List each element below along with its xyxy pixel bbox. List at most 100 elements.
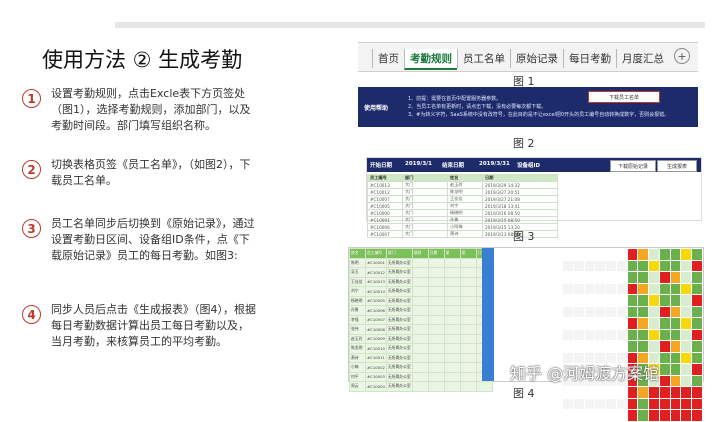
cell xyxy=(411,286,429,297)
status-cell xyxy=(669,305,682,318)
cell: 大门 xyxy=(402,188,448,196)
help-label: 使用帮助 xyxy=(364,105,389,112)
page-title: 使用方法 ② 生成考勤 xyxy=(42,48,243,72)
status-cell xyxy=(680,374,693,387)
grid-row xyxy=(562,282,703,295)
cell: 大门 xyxy=(402,181,448,189)
status-cell xyxy=(680,328,693,341)
step-text-1: 设置考勤规则，点击Excle表下方页签处（图1），选择考勤规则，添加部门，以及考… xyxy=(51,87,251,132)
cell: 无所属办公室 xyxy=(385,333,413,344)
status-cell xyxy=(669,282,682,295)
cell: #C10007 xyxy=(365,314,387,325)
cell xyxy=(459,333,477,344)
cell xyxy=(411,324,429,335)
cell: #C10000 xyxy=(367,209,403,217)
tab-daily-attendance[interactable]: 每日考勤 xyxy=(563,49,616,68)
status-cell xyxy=(669,363,682,376)
download-raw-records-button[interactable]: 下载原始记录 xyxy=(610,160,656,172)
cell xyxy=(459,295,477,306)
table-row: 王佳佳 #C10013 无所属办公室 xyxy=(349,276,493,287)
grid-row xyxy=(562,340,703,353)
grid-row xyxy=(562,294,703,307)
tab-employee-list[interactable]: 员工名单 xyxy=(457,49,510,68)
cell: 陈龙明 xyxy=(349,343,366,354)
step-text-2: 切换表格页签《员工名单》，（如图2），下载员工名单。 xyxy=(51,158,251,187)
cell: #C10005 xyxy=(365,295,387,306)
cell xyxy=(443,324,461,335)
table-row: 刘宁 #C10014 无所属办公室 xyxy=(349,286,493,297)
status-cell xyxy=(605,328,617,341)
status-cell xyxy=(648,248,660,261)
cell: 无所属办公室 xyxy=(385,295,413,306)
cell: 2019/3/27 20:51 xyxy=(482,188,558,196)
cell: 吴玉 xyxy=(349,267,366,278)
cell xyxy=(427,267,445,278)
status-cell xyxy=(562,340,574,353)
top-divider-bar xyxy=(115,22,705,28)
start-date-value[interactable]: 2019/3/1 xyxy=(405,161,432,167)
table-row: 孙勇 #C10006 无所属办公室 xyxy=(349,305,493,316)
cell xyxy=(411,257,429,268)
cell: 何平 xyxy=(349,371,366,382)
status-cell xyxy=(562,282,574,295)
col-header: 员工编号 xyxy=(367,174,403,182)
status-cell xyxy=(637,259,650,272)
status-cell xyxy=(691,397,703,410)
status-cell xyxy=(615,259,628,272)
end-date-value[interactable]: 2019/3/31 xyxy=(479,161,510,167)
raw-records-header: 开始日期 2019/3/1 结束日期 2019/3/31 设备组ID 下载原始记… xyxy=(367,158,701,172)
table-row: #C10005 大门 刘宁 2019/3/18 13:41 xyxy=(367,202,558,210)
cell: 小梅 xyxy=(349,362,366,373)
tab-attendance-rules[interactable]: 考勤规则 xyxy=(404,49,457,70)
status-cell xyxy=(691,305,703,318)
status-cell xyxy=(615,317,628,330)
tab-monthly-summary[interactable]: 月度汇总 xyxy=(616,49,669,68)
status-cell xyxy=(648,328,660,341)
status-cell xyxy=(583,409,596,422)
cell xyxy=(411,305,429,316)
table-row: 何平 #C10003 无所属办公室 xyxy=(349,371,493,382)
cell xyxy=(459,267,477,278)
cell: #C10014 xyxy=(365,286,387,297)
cell xyxy=(459,257,477,268)
cell: 2019/3/16 08:50 xyxy=(482,209,558,217)
col-header: 星 xyxy=(443,248,461,259)
status-cell xyxy=(572,305,585,318)
cell: 张伟 xyxy=(349,324,366,335)
tab-raw-records[interactable]: 原始记录 xyxy=(510,49,563,68)
status-cell xyxy=(669,386,682,399)
table-row: 萧诗 #C10011 无所属办公室 xyxy=(349,352,493,363)
status-cell xyxy=(583,340,596,353)
figure-2-help-panel: 使用帮助 1、前提：需要在首页中配置服务器参数。 2、当员工名单有更新时，请点击… xyxy=(358,87,698,127)
status-cell xyxy=(572,386,585,399)
cell: 杨晓明 xyxy=(349,295,366,306)
status-cell xyxy=(637,282,650,295)
status-cell xyxy=(626,305,639,318)
status-cell xyxy=(691,282,703,295)
cell xyxy=(443,257,461,268)
download-employee-list-button[interactable]: 下载员工名单 xyxy=(588,91,660,103)
cell xyxy=(411,371,429,382)
cell: #C10005 xyxy=(367,202,403,210)
status-cell xyxy=(658,282,671,295)
status-cell xyxy=(594,409,607,422)
generate-report-button[interactable]: 生成报表 xyxy=(657,160,697,172)
cell xyxy=(443,343,461,354)
cell xyxy=(459,276,477,287)
status-cell xyxy=(680,305,693,318)
attendance-status-grid xyxy=(562,248,703,422)
cell xyxy=(427,276,445,287)
sheet-tab-bar: 首页 考勤规则 员工名单 原始记录 每日考勤 月度汇总 xyxy=(372,49,669,70)
cell xyxy=(411,362,429,373)
status-cell xyxy=(637,340,650,353)
add-sheet-plus-icon[interactable]: + xyxy=(674,48,690,64)
tab-home[interactable]: 首页 xyxy=(372,49,404,68)
cell xyxy=(411,314,429,325)
cell: #C10007 xyxy=(367,195,403,203)
status-cell xyxy=(615,305,628,318)
status-cell xyxy=(658,351,671,364)
status-cell xyxy=(669,397,682,410)
table-row: #C10007 大门 王佳佳 2019/3/27 21:08 xyxy=(367,195,558,203)
status-cell xyxy=(691,294,703,307)
figure-1-sheet-tabs: 首页 考勤规则 员工名单 原始记录 每日考勤 月度汇总 + xyxy=(358,42,698,72)
